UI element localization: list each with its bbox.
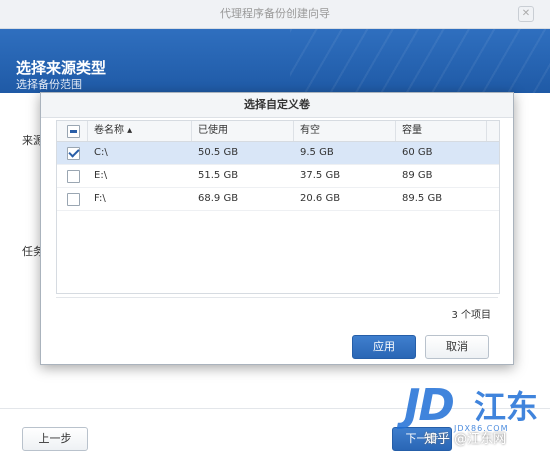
volume-used: 51.5 GB <box>198 170 239 181</box>
volume-name: E:\ <box>94 170 108 181</box>
banner-decoration <box>290 29 550 93</box>
wizard-banner: 选择来源类型 选择备份范围 <box>0 29 550 93</box>
column-header-free[interactable]: 有空 <box>294 121 395 141</box>
custom-volume-dialog: 选择自定义卷 卷名称 ▴ 已使用 有空 容量 C:\ 50.5 GB 9.5 G… <box>40 92 514 365</box>
row-checkbox[interactable] <box>67 170 80 183</box>
volume-free: 20.6 GB <box>300 193 341 204</box>
volume-capacity: 60 GB <box>402 147 433 158</box>
next-button[interactable]: 下一步 <box>392 427 452 451</box>
column-header-used[interactable]: 已使用 <box>192 121 293 141</box>
volume-capacity: 89 GB <box>402 170 433 181</box>
volume-free: 37.5 GB <box>300 170 341 181</box>
row-checkbox[interactable] <box>67 193 80 206</box>
table-header: 卷名称 ▴ 已使用 有空 容量 <box>57 121 499 142</box>
table-row[interactable]: E:\ 51.5 GB 37.5 GB 89 GB <box>57 165 499 188</box>
close-icon[interactable]: ✕ <box>518 6 534 22</box>
select-all-checkbox[interactable] <box>67 125 80 138</box>
cancel-button[interactable]: 取消 <box>425 335 489 359</box>
row-checkbox[interactable] <box>67 147 80 160</box>
banner-title: 选择来源类型 <box>16 59 107 77</box>
column-divider <box>486 121 487 141</box>
volume-used: 68.9 GB <box>198 193 239 204</box>
divider <box>56 297 498 298</box>
table-row[interactable]: F:\ 68.9 GB 20.6 GB 89.5 GB <box>57 188 499 211</box>
table-row[interactable]: C:\ 50.5 GB 9.5 GB 60 GB <box>57 142 499 165</box>
column-header-capacity[interactable]: 容量 <box>396 121 486 141</box>
volume-name: C:\ <box>94 147 108 158</box>
apply-button[interactable]: 应用 <box>352 335 416 359</box>
dialog-title: 选择自定义卷 <box>41 93 513 118</box>
volume-free: 9.5 GB <box>300 147 334 158</box>
volume-capacity: 89.5 GB <box>402 193 443 204</box>
banner-subtitle: 选择备份范围 <box>16 78 82 91</box>
wizard-footer: 上一步 下一步 <box>0 408 550 455</box>
previous-button[interactable]: 上一步 <box>22 427 88 451</box>
item-count: 3 个项目 <box>451 310 491 321</box>
window-titlebar: 代理程序备份创建向导 ✕ <box>0 0 550 29</box>
volume-name: F:\ <box>94 193 106 204</box>
column-header-name[interactable]: 卷名称 ▴ <box>88 121 191 141</box>
volume-used: 50.5 GB <box>198 147 239 158</box>
volume-table: 卷名称 ▴ 已使用 有空 容量 C:\ 50.5 GB 9.5 GB 60 GB… <box>56 120 500 294</box>
window-title: 代理程序备份创建向导 <box>220 7 330 20</box>
